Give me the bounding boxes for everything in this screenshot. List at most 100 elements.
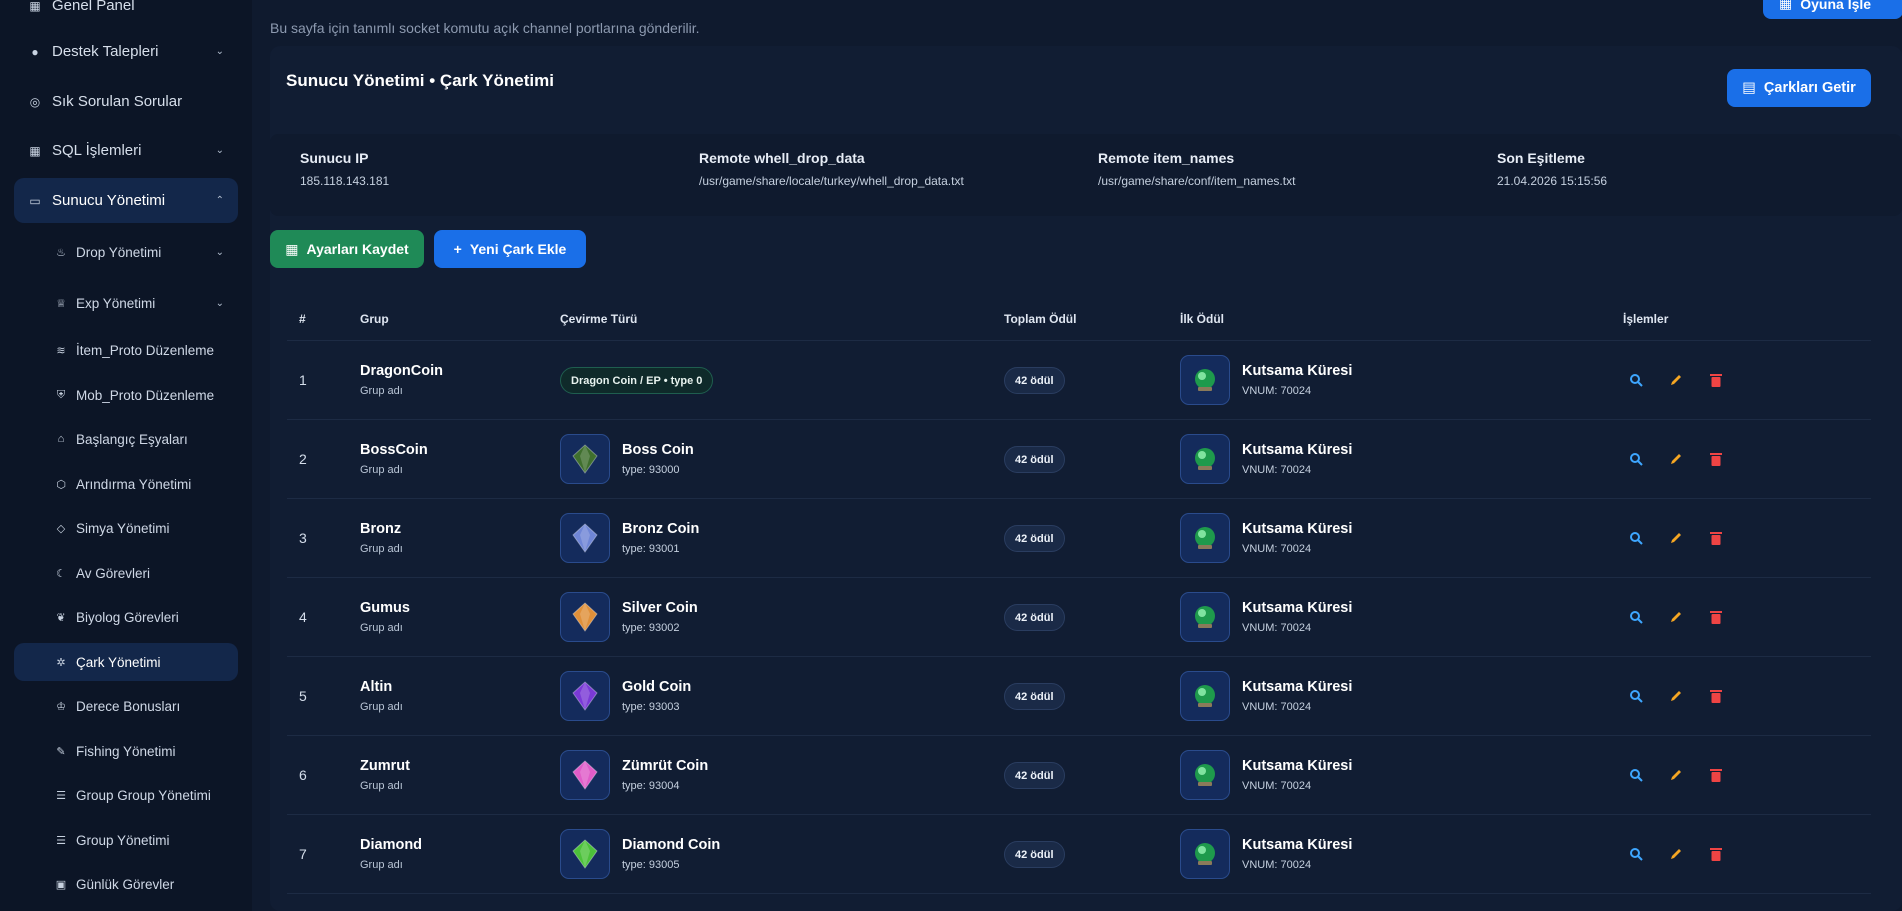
add-wheel-button[interactable]: + Yeni Çark Ekle	[434, 230, 586, 268]
orb-icon	[1180, 671, 1230, 721]
search-icon[interactable]	[1627, 687, 1645, 705]
spin-type-value: type: 93002	[622, 622, 680, 634]
grid-icon: ▦	[285, 240, 299, 257]
calendar-icon: ▣	[55, 878, 67, 891]
group-name: Diamond	[360, 837, 423, 853]
spin-name: Boss Coin	[622, 442, 694, 458]
orb-icon	[1180, 829, 1230, 879]
info-server-ip: Sunucu IP 185.118.143.181	[300, 150, 390, 188]
spin-type-cell: Gold Coin type: 93003	[560, 671, 691, 721]
carklari-getir-button[interactable]: ▤ Çarkları Getir	[1727, 69, 1871, 107]
reward-vnum: VNUM: 70024	[1242, 543, 1312, 555]
search-icon[interactable]	[1627, 608, 1645, 626]
delete-icon[interactable]	[1707, 845, 1725, 863]
sidebar-subitem-fishing[interactable]: ✎ Fishing Yönetimi	[14, 732, 238, 770]
sidebar-subitem-derece[interactable]: ♔ Derece Bonusları	[14, 687, 238, 725]
sidebar-subitem-simya[interactable]: ◇ Simya Yönetimi	[14, 509, 238, 547]
group-sub: Grup adı	[360, 859, 403, 871]
sidebar-subitem-exp[interactable]: ♕ Exp Yönetimi ⌄	[14, 284, 238, 322]
save-settings-button[interactable]: ▦ Ayarları Kaydet	[270, 230, 424, 268]
group-sub: Grup adı	[360, 385, 403, 397]
edit-icon[interactable]	[1667, 608, 1685, 626]
spin-type-value: type: 93004	[622, 780, 680, 792]
delete-icon[interactable]	[1707, 371, 1725, 389]
info-remote-item-names: Remote item_names /usr/game/share/conf/i…	[1098, 150, 1296, 188]
sidebar-subitem-biyolog[interactable]: ❦ Biyolog Görevleri	[14, 598, 238, 636]
group-name: BossCoin	[360, 442, 428, 458]
edit-icon[interactable]	[1667, 845, 1685, 863]
sidebar-subitem-gunluk[interactable]: ▣ Günlük Görevler	[14, 865, 238, 903]
oyuna-isle-button[interactable]: ▦ Oyuna İşle	[1763, 0, 1902, 19]
delete-icon[interactable]	[1707, 529, 1725, 547]
info-last-sync: Son Eşitleme 21.04.2026 15:15:56	[1497, 150, 1608, 188]
spin-type-cell: Zümrüt Coin type: 93004	[560, 750, 708, 800]
row-actions	[1627, 450, 1725, 468]
edit-icon[interactable]	[1667, 687, 1685, 705]
box-icon: ⬡	[56, 478, 66, 491]
sidebar-subitem-drop[interactable]: ♨ Drop Yönetimi ⌄	[14, 233, 238, 271]
sidebar-subitem-av[interactable]: ☾ Av Görevleri	[14, 554, 238, 592]
sidebar-item-sss[interactable]: ◎ Sık Sorulan Sorular	[14, 79, 238, 124]
sidebar-subitem-group[interactable]: ☰ Group Yönetimi	[14, 821, 238, 859]
delete-icon[interactable]	[1707, 450, 1725, 468]
group-name: Gumus	[360, 600, 410, 616]
orb-icon	[1180, 592, 1230, 642]
spin-name: Gold Coin	[622, 679, 692, 695]
row-number: 3	[299, 530, 307, 546]
row-number: 1	[299, 372, 307, 388]
question-circle-icon: ●	[31, 44, 39, 59]
sidebar-item-genel-panel[interactable]: ▦ Genel Panel	[14, 0, 238, 28]
sidebar-item-destek-talepleri[interactable]: ● Destek Talepleri ⌄	[14, 29, 238, 74]
delete-icon[interactable]	[1707, 766, 1725, 784]
search-icon[interactable]	[1627, 529, 1645, 547]
coin-icon	[560, 513, 610, 563]
search-icon[interactable]	[1627, 845, 1645, 863]
sidebar-subitem-arindirma[interactable]: ⬡ Arındırma Yönetimi	[14, 465, 238, 503]
group-cell: Bronz Grup adı	[360, 521, 403, 555]
delete-icon[interactable]	[1707, 608, 1725, 626]
search-icon[interactable]	[1627, 450, 1645, 468]
trophy-icon: ♕	[56, 297, 66, 310]
row-number: 4	[299, 609, 307, 625]
edit-icon[interactable]	[1667, 529, 1685, 547]
sidebar-item-sunucu-yonetimi[interactable]: ▭ Sunucu Yönetimi ⌃	[14, 178, 238, 223]
total-reward-badge: 42 ödül	[1004, 762, 1065, 789]
coin-icon	[560, 829, 610, 879]
sidebar-subitem-cark[interactable]: ✲ Çark Yönetimi	[14, 643, 238, 681]
reward-vnum: VNUM: 70024	[1242, 780, 1312, 792]
reward-vnum: VNUM: 70024	[1242, 859, 1312, 871]
list-icon: ☰	[56, 789, 66, 802]
edit-icon[interactable]	[1667, 371, 1685, 389]
spin-type-cell: Boss Coin type: 93000	[560, 434, 694, 484]
chevron-down-icon: ⌄	[215, 145, 224, 156]
sidebar-subitem-group-group[interactable]: ☰ Group Group Yönetimi	[14, 776, 238, 814]
group-sub: Grup adı	[360, 622, 403, 634]
search-icon[interactable]	[1627, 766, 1645, 784]
group-cell: BossCoin Grup adı	[360, 442, 428, 476]
spin-name: Bronz Coin	[622, 521, 700, 537]
edit-icon[interactable]	[1667, 766, 1685, 784]
search-icon[interactable]	[1627, 371, 1645, 389]
table-row: 2 BossCoin Grup adı Boss Coin type: 9300…	[287, 420, 1871, 499]
row-actions	[1627, 608, 1725, 626]
sun-icon: ✲	[56, 656, 66, 669]
delete-icon[interactable]	[1707, 687, 1725, 705]
total-reward-badge: 42 ödül	[1004, 525, 1065, 552]
spin-type-value: type: 93005	[622, 859, 680, 871]
total-reward-badge: 42 ödül	[1004, 841, 1065, 868]
group-cell: Gumus Grup adı	[360, 600, 410, 634]
sidebar: ▦ Genel Panel ● Destek Talepleri ⌄ ◎ Sık…	[0, 0, 252, 911]
panel-title: Sunucu Yönetimi • Çark Yönetimi	[286, 71, 554, 90]
info-remote-wheel: Remote whell_drop_data /usr/game/share/l…	[699, 150, 964, 188]
chevron-down-icon: ⌄	[215, 297, 224, 309]
table-row: 6 Zumrut Grup adı Zümrüt Coin type: 9300…	[287, 736, 1871, 815]
coin-icon	[560, 750, 610, 800]
first-reward-cell: Kutsama Küresi VNUM: 70024	[1180, 592, 1352, 642]
gift-icon: ⌂	[57, 433, 65, 445]
sidebar-item-sql-islemleri[interactable]: ▦ SQL İşlemleri ⌄	[14, 128, 238, 173]
sidebar-subitem-item-proto[interactable]: ≋ İtem_Proto Düzenleme	[14, 331, 238, 369]
edit-icon[interactable]	[1667, 450, 1685, 468]
sidebar-subitem-mob-proto[interactable]: ⛨ Mob_Proto Düzenleme	[14, 376, 238, 414]
reward-name: Kutsama Küresi	[1242, 679, 1353, 695]
sidebar-subitem-baslangic[interactable]: ⌂ Başlangıç Eşyaları	[14, 420, 238, 458]
